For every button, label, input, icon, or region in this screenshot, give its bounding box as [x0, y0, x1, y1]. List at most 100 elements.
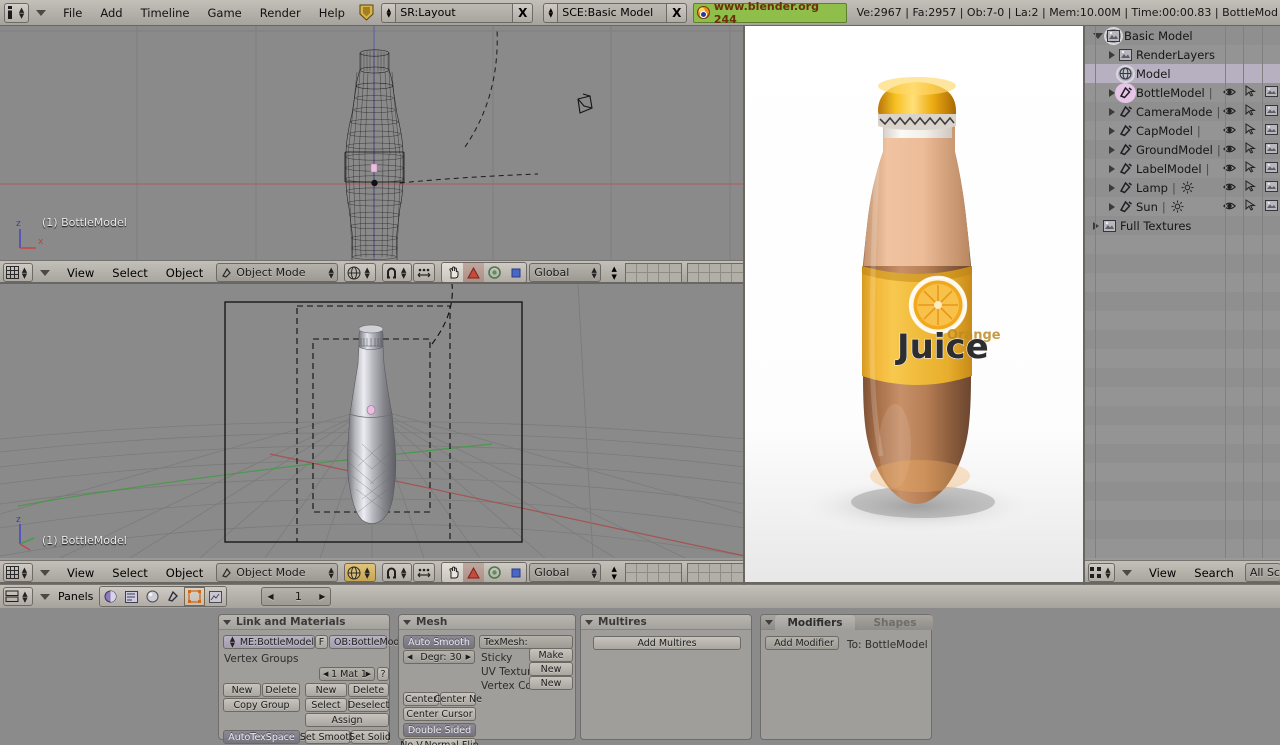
- render-icon[interactable]: [1265, 200, 1278, 214]
- panel-mesh[interactable]: Mesh Auto Smooth ◀ Degr: 30 ▶ TexMesh: S…: [398, 614, 576, 740]
- editor-type-spinner[interactable]: ▲▼: [19, 267, 31, 279]
- image-icon[interactable]: [1102, 219, 1117, 233]
- snap-mode-spinner[interactable]: ▲▼: [398, 267, 410, 279]
- cursor-arrow-icon[interactable]: [1245, 180, 1256, 195]
- no-vnormal-flip-button[interactable]: No V.Normal Flip: [403, 738, 476, 745]
- draw-type-spinner[interactable]: ▲▼: [361, 567, 373, 579]
- material-help-button[interactable]: ?: [377, 667, 389, 681]
- viewport-bottom-menu-view[interactable]: View: [58, 563, 103, 583]
- material-deselect-button[interactable]: Deselect: [348, 698, 389, 712]
- object-icon[interactable]: [1118, 105, 1133, 119]
- outliner-icon[interactable]: ▲▼: [1088, 563, 1115, 582]
- proportional-edit-icon[interactable]: [413, 263, 435, 282]
- transform-orientation-select-bottom[interactable]: Global ▲▼: [529, 563, 601, 582]
- scene-selector[interactable]: ▲▼ SCE:Basic Model X: [543, 3, 687, 23]
- shading-icon[interactable]: [100, 587, 121, 606]
- outliner-row[interactable]: BottleModel|: [1085, 83, 1280, 102]
- set-solid-button[interactable]: Set Solid: [351, 730, 389, 744]
- mesh-datablock-field[interactable]: ▲▼ ME:BottleModel: [223, 635, 315, 649]
- material-new-button[interactable]: New: [305, 683, 347, 697]
- mode-spinner[interactable]: ▲▼: [325, 567, 337, 579]
- cursor-hand-icon[interactable]: [442, 563, 463, 582]
- render-icon[interactable]: [1265, 124, 1278, 138]
- collapse-triangle-icon[interactable]: [1109, 89, 1115, 97]
- orientation-spinner[interactable]: ▲▼: [588, 567, 600, 579]
- scene-icon[interactable]: [1106, 29, 1121, 43]
- menu-render[interactable]: Render: [251, 3, 310, 23]
- collapse-triangle-icon[interactable]: [1109, 146, 1115, 154]
- header-collapse-icon[interactable]: [40, 270, 50, 276]
- cursor-arrow-icon[interactable]: [1245, 199, 1256, 214]
- viewport-top-menu-select[interactable]: Select: [103, 263, 156, 283]
- viewport-top-front-ortho[interactable]: z x (1) BottleModel: [0, 26, 745, 260]
- object-icon[interactable]: [1118, 143, 1133, 157]
- autotexspace-button[interactable]: AutoTexSpace: [223, 730, 300, 744]
- object-icon[interactable]: [1118, 181, 1133, 195]
- 3d-view-icon[interactable]: ▲▼: [3, 263, 33, 282]
- panel-link-and-materials-header[interactable]: Link and Materials: [219, 615, 389, 630]
- cursor-arrow-icon[interactable]: [1245, 104, 1256, 119]
- outliner-row[interactable]: Full Textures: [1085, 216, 1280, 235]
- material-index-selector[interactable]: ◀ 1 Mat 1 ▶: [319, 667, 375, 681]
- panel-modifiers[interactable]: Modifiers Shapes Add Modifier To: Bottle…: [760, 614, 932, 740]
- panel-modifiers-header[interactable]: Modifiers Shapes: [761, 615, 931, 630]
- scene-name-field[interactable]: SCE:Basic Model: [557, 3, 667, 23]
- object-icon[interactable]: [1118, 200, 1133, 214]
- editing-icon[interactable]: [163, 587, 184, 606]
- collapse-triangle-icon[interactable]: [1109, 127, 1115, 135]
- editor-type-spinner[interactable]: ▲▼: [16, 7, 28, 19]
- object-center-icon[interactable]: [505, 263, 526, 282]
- outliner-menu-view[interactable]: View: [1140, 563, 1185, 583]
- layer-spinner[interactable]: ▲▼: [605, 563, 623, 582]
- outliner-row[interactable]: CapModel|: [1085, 121, 1280, 140]
- outliner-row[interactable]: Sun|: [1085, 197, 1280, 216]
- add-modifier-button[interactable]: Add Modifier: [765, 636, 839, 650]
- snap-mode-spinner[interactable]: ▲▼: [398, 567, 410, 579]
- scene-icon[interactable]: [184, 587, 205, 606]
- menu-game[interactable]: Game: [199, 3, 251, 23]
- cursor-arrow-icon[interactable]: [1245, 85, 1256, 100]
- panel-link-and-materials[interactable]: Link and Materials ▲▼ ME:BottleModel F O…: [218, 614, 390, 740]
- menu-collapse-icon[interactable]: [36, 10, 46, 16]
- panel-multires-header[interactable]: Multires: [581, 615, 751, 630]
- editor-type-spinner[interactable]: ▲▼: [19, 591, 31, 603]
- tab-modifiers[interactable]: Modifiers: [775, 615, 855, 630]
- cursor-arrow-icon[interactable]: [1245, 123, 1256, 138]
- panel-mesh-header[interactable]: Mesh: [399, 615, 575, 630]
- face-select-icon[interactable]: [484, 563, 505, 582]
- render-icon[interactable]: [1265, 143, 1278, 157]
- outliner-row[interactable]: CameraMode|: [1085, 102, 1280, 121]
- menu-file[interactable]: File: [54, 3, 91, 23]
- solid-draw-type-icon[interactable]: ▲▼: [344, 263, 376, 282]
- image-icon[interactable]: [1118, 48, 1133, 62]
- menu-add[interactable]: Add: [91, 3, 131, 23]
- render-icon[interactable]: [1265, 86, 1278, 100]
- collapse-triangle-icon[interactable]: [1109, 203, 1115, 211]
- buttons-menu-panels[interactable]: Panels: [58, 590, 93, 603]
- screen-selector[interactable]: ▲▼ SR:Layout X: [381, 3, 533, 23]
- outliner-display-mode[interactable]: All Sc: [1245, 563, 1280, 582]
- material-icon[interactable]: [142, 587, 163, 606]
- outliner-menu-search[interactable]: Search: [1185, 563, 1243, 583]
- face-select-icon[interactable]: [484, 263, 505, 282]
- mode-spinner[interactable]: ▲▼: [325, 267, 337, 279]
- object-icon[interactable]: [1118, 86, 1133, 100]
- scene-browse-icon[interactable]: ▲▼: [543, 3, 557, 23]
- collapse-triangle-icon[interactable]: [1093, 222, 1099, 230]
- draw-type-spinner[interactable]: ▲▼: [361, 267, 373, 279]
- transform-orientation-select[interactable]: Global ▲▼: [529, 263, 601, 282]
- outliner-row[interactable]: LabelModel|: [1085, 159, 1280, 178]
- cursor-arrow-icon[interactable]: [1245, 161, 1256, 176]
- outliner-row[interactable]: Lamp|: [1085, 178, 1280, 197]
- screen-browse-icon[interactable]: ▲▼: [381, 3, 395, 23]
- outliner-row[interactable]: RenderLayers: [1085, 45, 1280, 64]
- auto-smooth-degree-slider[interactable]: ◀ Degr: 30 ▶: [403, 650, 475, 664]
- lamp-data-icon[interactable]: [1180, 181, 1195, 195]
- header-collapse-icon[interactable]: [1122, 570, 1132, 576]
- viewport-bottom-perspective[interactable]: z (1) BottleModel: [0, 284, 745, 558]
- panel-collapse-icon[interactable]: [403, 620, 411, 625]
- layer-buttons[interactable]: [625, 263, 744, 283]
- layer-buttons[interactable]: [625, 563, 744, 583]
- frame-field[interactable]: ◀ 1 ▶: [261, 587, 331, 606]
- double-sided-button[interactable]: Double Sided: [403, 723, 476, 737]
